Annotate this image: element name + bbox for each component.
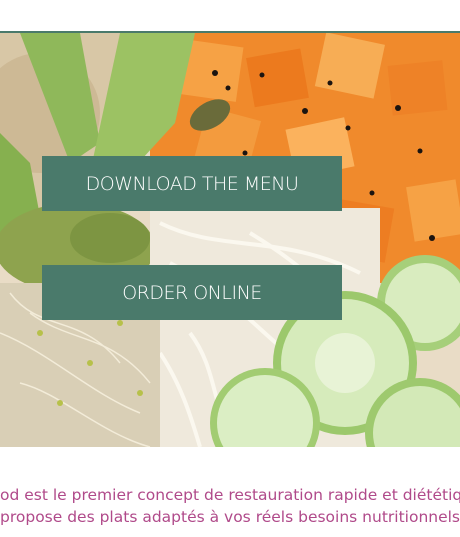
- intro-line-2: propose des plats adaptés à vos réels be…: [0, 508, 460, 526]
- intro-line-1: od est le premier concept de restauratio…: [0, 486, 460, 504]
- intro-paragraph: od est le premier concept de restauratio…: [0, 484, 460, 528]
- download-menu-button[interactable]: DOWNLOAD THE MENU: [42, 156, 342, 211]
- order-online-button[interactable]: ORDER ONLINE: [42, 265, 342, 320]
- hero-food-image: [0, 33, 460, 447]
